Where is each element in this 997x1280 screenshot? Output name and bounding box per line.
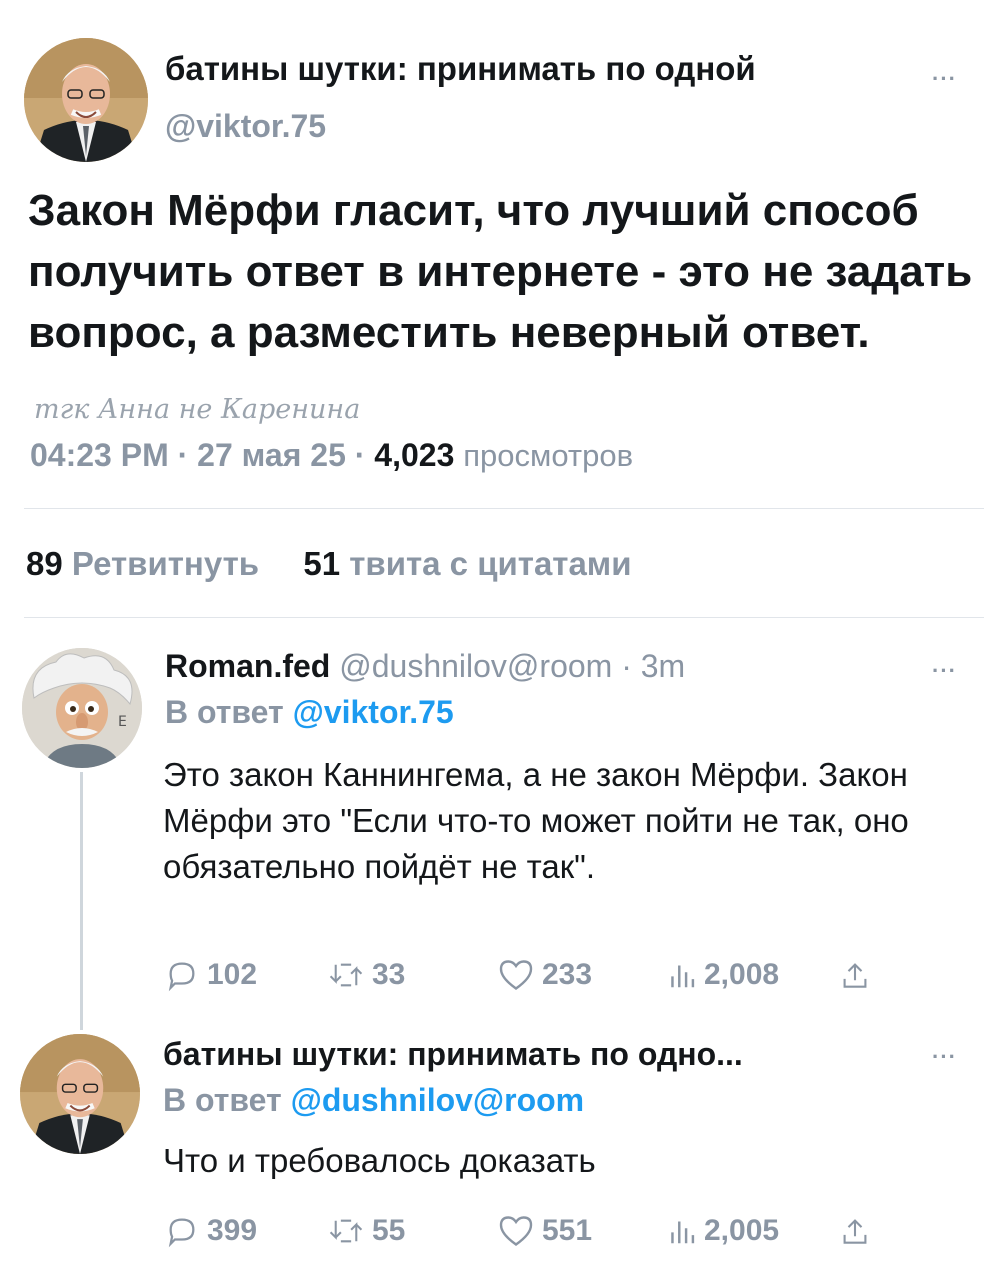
avatar-cartoon-scientist-image: E [22,648,142,768]
retweets-link[interactable]: Ретвитнуть [72,545,259,582]
retweet-icon [329,963,363,987]
like-button[interactable]: 551 [498,1214,592,1248]
main-display-name[interactable]: батины шутки: принимать по одной [165,50,756,88]
retweets-count: 89 [26,545,63,582]
views-label: просмотров [463,438,634,473]
tweet-time: 04:23 PM [30,437,169,473]
share-icon [843,963,867,988]
like-icon [499,960,533,990]
divider [24,508,984,509]
reply-icon [168,962,195,992]
reply-1-reply-count: 102 [207,958,258,991]
svg-text:E: E [118,714,127,730]
reply-2-reply-count: 399 [207,1214,258,1247]
main-handle[interactable]: @viktor.75 [165,108,326,145]
reply-2-actions: 399 55 551 2,005 [0,1211,997,1251]
quotes-count: 51 [303,545,341,582]
avatar-old-man-image [24,38,148,162]
more-icon[interactable]: ··· [932,1046,957,1068]
reply-2-prefix: В ответ [163,1082,282,1118]
watermark: тгк Анна не Каренина [34,394,361,425]
meta-separator: · [177,437,189,473]
like-button[interactable]: 233 [498,958,592,992]
avatar-old-man-image [20,1034,140,1154]
share-icon [843,1219,867,1244]
avatar-reply-2[interactable] [20,1034,140,1154]
reply-1-time[interactable]: 3m [641,648,685,684]
tweet-date: 27 мая 25 [197,437,346,473]
reply-1-views-count: 2,008 [704,958,780,991]
avatar-reply-1[interactable]: E [22,648,142,768]
reply-2-mention[interactable]: @dushnilov@room [291,1082,585,1118]
share-button[interactable] [842,1216,868,1246]
avatar-main[interactable] [24,38,148,162]
views-button[interactable]: 2,005 [668,1214,779,1248]
main-tweet-text: Закон Мёрфи гласит, что лучший способ по… [28,186,973,357]
reply-2-text: Что и требовалось доказать [163,1142,596,1179]
views-icon [671,965,695,988]
quotes-link[interactable]: твита с цитатами [349,545,631,582]
reply-1-separator: · [621,648,632,684]
reply-2-views-count: 2,005 [704,1214,780,1247]
views-button[interactable]: 2,008 [668,958,779,992]
reply-2-retweet-count: 55 [372,1214,406,1247]
share-button[interactable] [842,960,868,990]
reply-1-prefix: В ответ [165,694,284,730]
tweet-meta: 04:23 PM · 27 мая 25 · 4,023 просмотров [30,437,633,474]
reply-1-like-count: 233 [542,958,593,991]
reply-1-header: Roman.fed @dushnilov@room · 3m [165,648,685,685]
views-icon [671,1221,695,1244]
meta-separator: · [354,437,366,473]
reply-icon [168,1218,195,1248]
retweet-button[interactable]: 33 [328,958,405,992]
like-icon [499,1216,533,1246]
reply-1-text: Это закон Каннингема, а не закон Мёрфи. … [163,756,909,885]
reply-button[interactable]: 399 [165,1214,257,1248]
reply-1-retweet-count: 33 [372,958,406,991]
reply-2-display-name[interactable]: батины шутки: принимать по одно... [163,1036,743,1073]
reply-1-mention[interactable]: @viktor.75 [293,694,454,730]
more-icon[interactable]: ··· [932,660,957,682]
retweet-button[interactable]: 55 [328,1214,405,1248]
reply-1-reply-to: В ответ @viktor.75 [165,694,454,731]
views-count: 4,023 [374,437,455,473]
retweet-icon [329,1219,363,1243]
reply-1-handle[interactable]: @dushnilov@room [339,648,612,684]
reply-button[interactable]: 102 [165,958,257,992]
reply-1-actions: 102 33 233 2,008 [0,955,997,995]
reply-2-like-count: 551 [542,1214,593,1247]
reply-1-display-name[interactable]: Roman.fed [165,648,330,684]
divider [24,617,984,618]
more-icon[interactable]: ··· [932,68,957,90]
reply-2-reply-to: В ответ @dushnilov@room [163,1082,584,1119]
engagement-stats: 89 Ретвитнуть 51 твита с цитатами [26,545,632,583]
